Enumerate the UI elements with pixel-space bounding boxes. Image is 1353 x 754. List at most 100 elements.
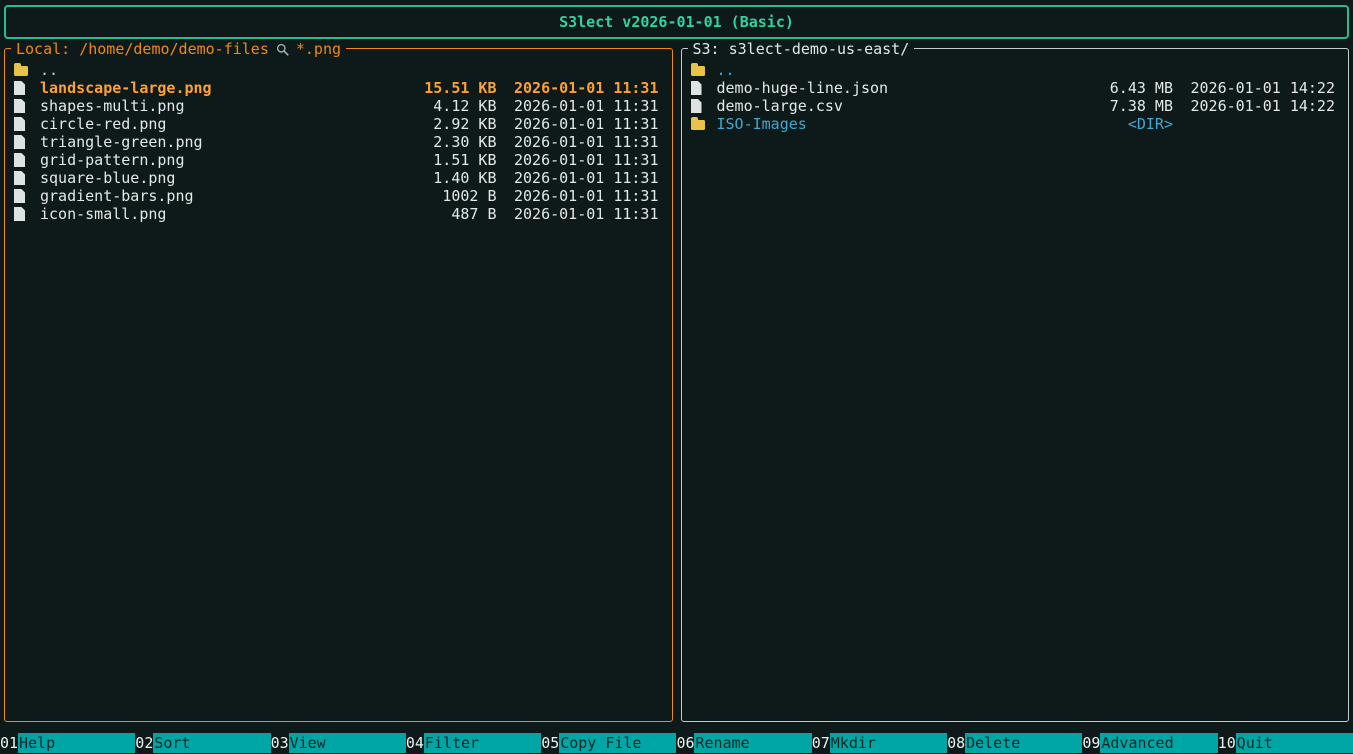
file-icon (14, 207, 30, 221)
entry-date: 2026-01-01 14:22 (1189, 97, 1335, 115)
fkey-number: 03 (271, 733, 289, 753)
entry-date: 2026-01-01 11:31 (513, 169, 659, 187)
entry-name: grid-pattern.png (40, 151, 377, 169)
folder-icon (691, 65, 707, 76)
fkey-number: 06 (676, 733, 694, 753)
entry-name: ISO-Images (717, 115, 1054, 133)
entry-name: triangle-green.png (40, 133, 377, 151)
entry-name: circle-red.png (40, 115, 377, 133)
entry-name: .. (717, 61, 1054, 79)
fkey-07-mkdir[interactable]: 07Mkdir (812, 733, 947, 753)
fkey-10-quit[interactable]: 10Quit (1218, 733, 1353, 753)
s3-row-ISO-Images[interactable]: ISO-Images<DIR> (682, 115, 1349, 133)
file-icon (691, 99, 707, 113)
entry-size: 487 B (377, 205, 497, 223)
entry-size: 1002 B (377, 187, 497, 205)
fkey-number: 02 (135, 733, 153, 753)
fkey-05-copy-file[interactable]: 05Copy File (541, 733, 676, 753)
file-icon (14, 81, 30, 95)
local-row-square-blue.png[interactable]: square-blue.png1.40 KB2026-01-01 11:31 (5, 169, 672, 187)
function-key-bar: 01Help02Sort03View04Filter05Copy File06R… (0, 733, 1353, 753)
fkey-number: 04 (406, 733, 424, 753)
file-icon (14, 171, 30, 185)
entry-size: 4.12 KB (377, 97, 497, 115)
local-file-list: ..landscape-large.png15.51 KB 2026-01-01 … (5, 49, 672, 223)
fkey-label: Sort (153, 733, 270, 753)
entry-date: 2026-01-01 11:31 (513, 97, 659, 115)
entry-date: 2026-01-01 14:22 (1189, 79, 1335, 97)
entry-date: 2026-01-01 11:31 (513, 187, 659, 205)
fkey-number: 09 (1082, 733, 1100, 753)
entry-date: 2026-01-01 11:31 (513, 151, 659, 169)
local-panel: Local: /home/demo/demo-files *.png ..lan… (4, 48, 673, 722)
folder-icon (691, 119, 707, 130)
s3-row-parent[interactable]: .. (682, 61, 1349, 79)
fkey-06-rename[interactable]: 06Rename (676, 733, 811, 753)
local-row-triangle-green.png[interactable]: triangle-green.png2.30 KB 2026-01-01 11:3… (5, 133, 672, 151)
fkey-01-help[interactable]: 01Help (0, 733, 135, 753)
entry-size: 1.51 KB (377, 151, 497, 169)
entry-size: 6.43 MB (1053, 79, 1173, 97)
file-icon (14, 153, 30, 167)
panels-container: Local: /home/demo/demo-files *.png ..lan… (4, 48, 1349, 722)
search-icon (276, 43, 289, 56)
entry-name: .. (40, 61, 377, 79)
filter-pattern: *.png (296, 40, 341, 58)
entry-size: 2.92 KB (377, 115, 497, 133)
fkey-number: 07 (812, 733, 830, 753)
entry-name: demo-huge-line.json (717, 79, 1054, 97)
app-window: S3lect v2026-01-01 (Basic) Local: /home/… (0, 0, 1353, 754)
fkey-label: Help (18, 733, 135, 753)
fkey-08-delete[interactable]: 08Delete (947, 733, 1082, 753)
folder-icon (14, 65, 30, 76)
app-title: S3lect v2026-01-01 (Basic) (559, 13, 794, 31)
entry-name: landscape-large.png (40, 79, 377, 97)
entry-size: 2.30 KB (377, 133, 497, 151)
entry-name: icon-small.png (40, 205, 377, 223)
s3-row-demo-huge-line.json[interactable]: demo-huge-line.json6.43 MB 2026-01-01 14:… (682, 79, 1349, 97)
local-row-grid-pattern.png[interactable]: grid-pattern.png1.51 KB 2026-01-01 11:31 (5, 151, 672, 169)
fkey-label: Mkdir (830, 733, 947, 753)
s3-file-list: ..demo-huge-line.json6.43 MB 2026-01-01 1… (682, 49, 1349, 133)
fkey-09-advanced[interactable]: 09Advanced (1082, 733, 1217, 753)
file-icon (14, 99, 30, 113)
local-row-gradient-bars.png[interactable]: gradient-bars.png1002 B 2026-01-01 11:31 (5, 187, 672, 205)
local-row-landscape-large.png[interactable]: landscape-large.png15.51 KB 2026-01-01 11… (5, 79, 672, 97)
s3-panel: S3: s3lect-demo-us-east/ ..demo-huge-lin… (681, 48, 1350, 722)
fkey-03-view[interactable]: 03View (271, 733, 406, 753)
s3-row-demo-large.csv[interactable]: demo-large.csv7.38 MB2026-01-01 14:22 (682, 97, 1349, 115)
s3-path: S3: s3lect-demo-us-east/ (693, 40, 910, 58)
entry-name: shapes-multi.png (40, 97, 377, 115)
entry-date: 2026-01-01 11:31 (513, 79, 659, 97)
local-row-parent[interactable]: .. (5, 61, 672, 79)
entry-name: square-blue.png (40, 169, 377, 187)
fkey-04-filter[interactable]: 04Filter (406, 733, 541, 753)
fkey-label: Rename (694, 733, 811, 753)
local-row-shapes-multi.png[interactable]: shapes-multi.png4.12 KB 2026-01-01 11:31 (5, 97, 672, 115)
fkey-label: View (289, 733, 406, 753)
entry-date: 2026-01-01 11:31 (513, 133, 659, 151)
fkey-label: Advanced (1100, 733, 1217, 753)
fkey-number: 08 (947, 733, 965, 753)
entry-size: <DIR> (1053, 115, 1173, 133)
fkey-number: 10 (1218, 733, 1236, 753)
entry-date: 2026-01-01 11:31 (513, 205, 659, 223)
file-icon (14, 135, 30, 149)
entry-date: 2026-01-01 11:31 (513, 115, 659, 133)
fkey-label: Delete (965, 733, 1082, 753)
local-row-icon-small.png[interactable]: icon-small.png487 B 2026-01-01 11:31 (5, 205, 672, 223)
file-icon (14, 189, 30, 203)
fkey-number: 05 (541, 733, 559, 753)
local-row-circle-red.png[interactable]: circle-red.png2.92 KB 2026-01-01 11:31 (5, 115, 672, 133)
fkey-label: Copy File (559, 733, 676, 753)
fkey-02-sort[interactable]: 02Sort (135, 733, 270, 753)
entry-name: gradient-bars.png (40, 187, 377, 205)
entry-size: 15.51 KB (377, 79, 497, 97)
app-title-bar: S3lect v2026-01-01 (Basic) (4, 5, 1349, 39)
fkey-number: 01 (0, 733, 18, 753)
s3-panel-title: S3: s3lect-demo-us-east/ (688, 39, 915, 59)
local-panel-title: Local: /home/demo/demo-files *.png (11, 39, 346, 59)
entry-size: 7.38 MB (1053, 97, 1173, 115)
local-path: Local: /home/demo/demo-files (16, 40, 269, 58)
file-icon (691, 81, 707, 95)
